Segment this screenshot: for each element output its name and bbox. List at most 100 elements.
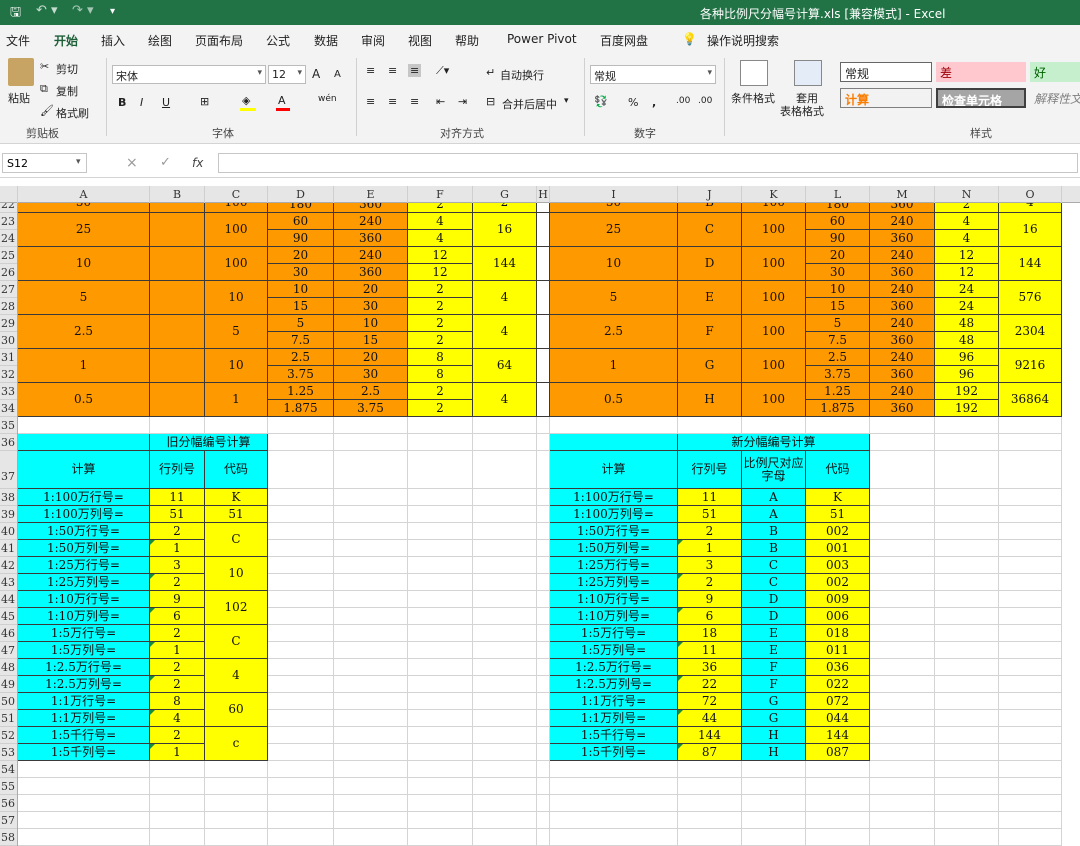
empty-cell[interactable]: [268, 591, 334, 608]
align-center-icon[interactable]: ≡: [388, 95, 397, 108]
row-header-58[interactable]: 58: [0, 829, 17, 846]
empty-cell[interactable]: [268, 506, 334, 523]
scissors-icon[interactable]: ✂: [40, 60, 49, 73]
row-header-25[interactable]: 25: [0, 247, 17, 264]
cell-a36[interactable]: [18, 434, 150, 451]
empty-cell[interactable]: [473, 608, 537, 625]
empty-cell[interactable]: [268, 608, 334, 625]
column-header-n[interactable]: N: [935, 186, 999, 203]
new-scale-letter[interactable]: C: [742, 574, 806, 591]
cell-e23[interactable]: 240: [334, 213, 408, 230]
new-calc-label[interactable]: 1:5万行号=: [550, 625, 678, 642]
cell-g23[interactable]: 16: [473, 213, 537, 247]
number-format-select[interactable]: 常规: [590, 65, 716, 84]
empty-cell[interactable]: [935, 434, 999, 451]
new-rowcol-value[interactable]: 11: [678, 642, 742, 659]
empty-cell[interactable]: [742, 778, 806, 795]
column-header-h[interactable]: H: [537, 186, 550, 203]
empty-cell[interactable]: [537, 676, 550, 693]
empty-cell[interactable]: [408, 451, 473, 489]
empty-cell[interactable]: [870, 778, 935, 795]
new-rowcol-value[interactable]: 87: [678, 744, 742, 761]
empty-cell[interactable]: [999, 523, 1062, 540]
cell-d24[interactable]: 90: [268, 230, 334, 247]
cell-m23[interactable]: 240: [870, 213, 935, 230]
old-rowcol-value[interactable]: 2: [150, 659, 205, 676]
empty-cell[interactable]: [999, 812, 1062, 829]
font-name-select[interactable]: 宋体: [112, 65, 266, 84]
cell-b23[interactable]: [150, 213, 205, 247]
worksheet-grid[interactable]: 501001803602250B100180360242510060240490…: [18, 203, 1080, 846]
empty-cell[interactable]: [870, 489, 935, 506]
empty-cell[interactable]: [473, 625, 537, 642]
empty-cell[interactable]: [473, 540, 537, 557]
row-header-48[interactable]: 48: [0, 659, 17, 676]
new-scale-letter[interactable]: B: [742, 523, 806, 540]
save-icon[interactable]: 🖫: [10, 3, 21, 25]
empty-cell[interactable]: [999, 642, 1062, 659]
cell-n31[interactable]: 96: [935, 349, 999, 366]
tab-power-pivot[interactable]: Power Pivot: [507, 32, 577, 46]
empty-cell[interactable]: [334, 489, 408, 506]
row-header-56[interactable]: 56: [0, 795, 17, 812]
empty-cell[interactable]: [18, 829, 150, 846]
old-calc-header[interactable]: 计算: [18, 451, 150, 489]
cell-n30[interactable]: 48: [935, 332, 999, 349]
cell-m26[interactable]: 360: [870, 264, 935, 281]
empty-cell[interactable]: [205, 812, 268, 829]
cell-d34[interactable]: 1.875: [268, 400, 334, 417]
scale-letter-cell[interactable]: E: [678, 281, 742, 315]
empty-cell[interactable]: [408, 506, 473, 523]
empty-cell[interactable]: [408, 523, 473, 540]
empty-cell[interactable]: [935, 829, 999, 846]
row-header-27[interactable]: 27: [0, 281, 17, 298]
currency-icon[interactable]: 💱: [594, 95, 608, 108]
old-code-value[interactable]: 4: [205, 659, 268, 693]
empty-cell[interactable]: [870, 727, 935, 744]
empty-cell[interactable]: [268, 693, 334, 710]
old-calc-label[interactable]: 1:5千行号=: [18, 727, 150, 744]
empty-cell[interactable]: [870, 625, 935, 642]
wrap-text-button[interactable]: 自动换行: [500, 67, 544, 83]
empty-cell[interactable]: [473, 829, 537, 846]
percent-button[interactable]: %: [628, 96, 638, 109]
tell-me-search[interactable]: 操作说明搜索: [707, 32, 779, 49]
empty-cell[interactable]: [537, 761, 550, 778]
empty-cell[interactable]: [999, 710, 1062, 727]
conditional-format-icon[interactable]: [740, 60, 768, 86]
cell-n33[interactable]: 192: [935, 383, 999, 400]
cell-d29[interactable]: 5: [268, 315, 334, 332]
empty-cell[interactable]: [408, 608, 473, 625]
row-header-39[interactable]: 39: [0, 506, 17, 523]
empty-cell[interactable]: [408, 710, 473, 727]
empty-cell[interactable]: [268, 540, 334, 557]
row-header-46[interactable]: 46: [0, 625, 17, 642]
cell-h27[interactable]: [537, 281, 550, 315]
new-rowcol-value[interactable]: 2: [678, 523, 742, 540]
empty-cell[interactable]: [537, 434, 550, 451]
empty-cell[interactable]: [999, 540, 1062, 557]
empty-cell[interactable]: [806, 829, 870, 846]
empty-cell[interactable]: [537, 625, 550, 642]
empty-cell[interactable]: [334, 642, 408, 659]
empty-cell[interactable]: [473, 710, 537, 727]
old-calc-label[interactable]: 1:25万列号=: [18, 574, 150, 591]
empty-cell[interactable]: [408, 659, 473, 676]
cell-d28[interactable]: 15: [268, 298, 334, 315]
empty-cell[interactable]: [408, 557, 473, 574]
empty-cell[interactable]: [935, 591, 999, 608]
row-header-36[interactable]: 36: [0, 434, 17, 451]
new-scale-letter[interactable]: B: [742, 540, 806, 557]
decrease-decimal-button[interactable]: .00: [698, 96, 712, 106]
cell-o29[interactable]: 2304: [999, 315, 1062, 349]
cell-n27[interactable]: 24: [935, 281, 999, 298]
empty-cell[interactable]: [268, 659, 334, 676]
empty-cell[interactable]: [268, 574, 334, 591]
old-code-value[interactable]: c: [205, 727, 268, 761]
row-header-26[interactable]: 26: [0, 264, 17, 281]
cell-e26[interactable]: 360: [334, 264, 408, 281]
cell-h23[interactable]: [537, 213, 550, 247]
cell-c33[interactable]: 1: [205, 383, 268, 417]
cell-m28[interactable]: 360: [870, 298, 935, 315]
empty-cell[interactable]: [334, 591, 408, 608]
